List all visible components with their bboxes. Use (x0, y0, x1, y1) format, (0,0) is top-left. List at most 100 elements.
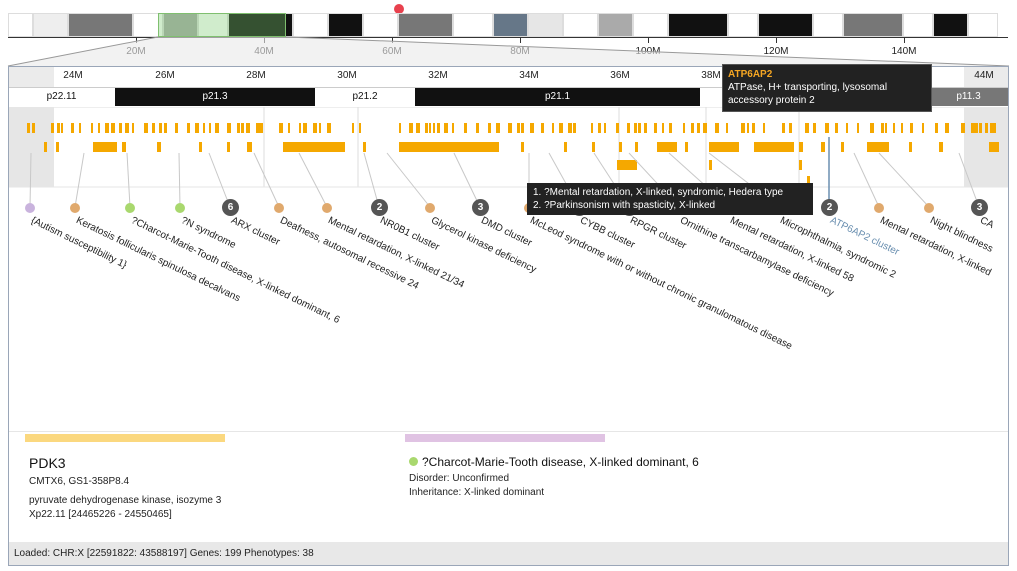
gene-mark[interactable] (881, 123, 884, 133)
gene-mark[interactable] (846, 123, 848, 133)
gene-mark[interactable] (654, 123, 657, 133)
gene-mark[interactable] (51, 123, 54, 133)
gene-mark[interactable] (657, 142, 677, 152)
gene-mark[interactable] (256, 123, 260, 133)
gene-mark[interactable] (901, 123, 903, 133)
gene-mark[interactable] (709, 142, 739, 152)
gene-mark[interactable] (541, 123, 544, 133)
band-p21.1[interactable]: p21.1 (415, 88, 700, 106)
gene-mark[interactable] (782, 123, 785, 133)
gene-mark[interactable] (805, 123, 809, 133)
phenotype-dot[interactable] (25, 203, 35, 213)
gene-mark[interactable] (437, 123, 440, 133)
gene-mark[interactable] (825, 123, 829, 133)
phenotype-cluster-badge[interactable]: 2 (821, 199, 838, 216)
gene-mark[interactable] (867, 142, 889, 152)
gene-mark[interactable] (885, 123, 887, 133)
gene-mark[interactable] (241, 123, 244, 133)
gene-mark[interactable] (425, 123, 428, 133)
gene-mark[interactable] (813, 123, 816, 133)
gene-mark[interactable] (93, 142, 117, 152)
gene-mark[interactable] (44, 142, 47, 152)
gene-mark[interactable] (591, 123, 593, 133)
gene-mark[interactable] (227, 142, 230, 152)
gene-mark[interactable] (521, 123, 524, 133)
gene-mark[interactable] (939, 142, 943, 152)
gene-mark[interactable] (598, 123, 601, 133)
gene-mark[interactable] (715, 123, 719, 133)
gene-mark[interactable] (399, 123, 401, 133)
gene-mark[interactable] (125, 123, 129, 133)
gene-mark[interactable] (288, 123, 290, 133)
gene-mark[interactable] (91, 123, 93, 133)
phenotype-dot[interactable] (322, 203, 332, 213)
gene-mark[interactable] (247, 142, 252, 152)
gene-mark[interactable] (71, 123, 74, 133)
gene-mark[interactable] (199, 142, 202, 152)
gene-mark[interactable] (709, 160, 712, 170)
gene-mark[interactable] (488, 123, 491, 133)
gene-mark[interactable] (662, 123, 664, 133)
gene-mark[interactable] (260, 123, 263, 133)
gene-mark[interactable] (669, 123, 672, 133)
gene-mark[interactable] (215, 123, 219, 133)
gene-mark[interactable] (246, 123, 250, 133)
gene-mark[interactable] (327, 123, 331, 133)
gene-mark[interactable] (57, 123, 60, 133)
gene-mark[interactable] (157, 142, 161, 152)
gene-mark[interactable] (409, 123, 413, 133)
gene-mark[interactable] (105, 123, 109, 133)
gene-mark[interactable] (363, 142, 366, 152)
gene-mark[interactable] (990, 123, 994, 133)
gene-mark[interactable] (799, 142, 803, 152)
gene-mark[interactable] (994, 123, 996, 133)
phenotype-cluster-badge[interactable]: 3 (472, 199, 489, 216)
gene-mark[interactable] (683, 123, 685, 133)
gene-mark[interactable] (433, 123, 435, 133)
gene-mark[interactable] (691, 123, 694, 133)
gene-mark[interactable] (835, 123, 838, 133)
gene-mark[interactable] (237, 123, 240, 133)
gene-mark[interactable] (530, 123, 534, 133)
gene-mark[interactable] (747, 123, 749, 133)
gene-mark[interactable] (352, 123, 354, 133)
gene-mark[interactable] (627, 123, 630, 133)
gene-mark[interactable] (299, 123, 301, 133)
gene-mark[interactable] (279, 123, 283, 133)
gene-mark[interactable] (619, 142, 622, 152)
gene-mark[interactable] (152, 123, 155, 133)
gene-mark[interactable] (617, 160, 637, 170)
gene-mark[interactable] (910, 123, 913, 133)
gene-mark[interactable] (564, 142, 567, 152)
gene-mark[interactable] (359, 123, 361, 133)
gene-mark[interactable] (945, 123, 949, 133)
gene-mark[interactable] (741, 123, 745, 133)
gene-mark[interactable] (399, 142, 499, 152)
gene-mark[interactable] (61, 123, 63, 133)
gene-mark[interactable] (452, 123, 454, 133)
gene-mark[interactable] (144, 123, 148, 133)
gene-mark[interactable] (227, 123, 231, 133)
gene-mark[interactable] (496, 123, 500, 133)
gene-mark[interactable] (961, 123, 965, 133)
band-p22.11[interactable]: p22.11 (9, 88, 114, 106)
gene-mark[interactable] (552, 123, 554, 133)
gene-mark[interactable] (726, 123, 728, 133)
gene-mark[interactable] (634, 123, 637, 133)
gene-mark[interactable] (616, 123, 619, 133)
phenotype-cluster-badge[interactable]: 2 (371, 199, 388, 216)
gene-mark[interactable] (559, 123, 563, 133)
gene-mark[interactable] (989, 142, 999, 152)
gene-mark[interactable] (971, 123, 975, 133)
gene-mark[interactable] (444, 123, 448, 133)
band-p21.3[interactable]: p21.3 (115, 88, 315, 106)
gene-mark[interactable] (132, 123, 134, 133)
gene-mark[interactable] (508, 123, 512, 133)
gene-mark[interactable] (303, 123, 307, 133)
phenotype-cluster-badge[interactable]: 3 (971, 199, 988, 216)
phenotype-dot[interactable] (924, 203, 934, 213)
gene-mark[interactable] (697, 123, 700, 133)
gene-mark[interactable] (763, 123, 765, 133)
gene-mark[interactable] (821, 142, 825, 152)
gene-mark[interactable] (175, 123, 178, 133)
